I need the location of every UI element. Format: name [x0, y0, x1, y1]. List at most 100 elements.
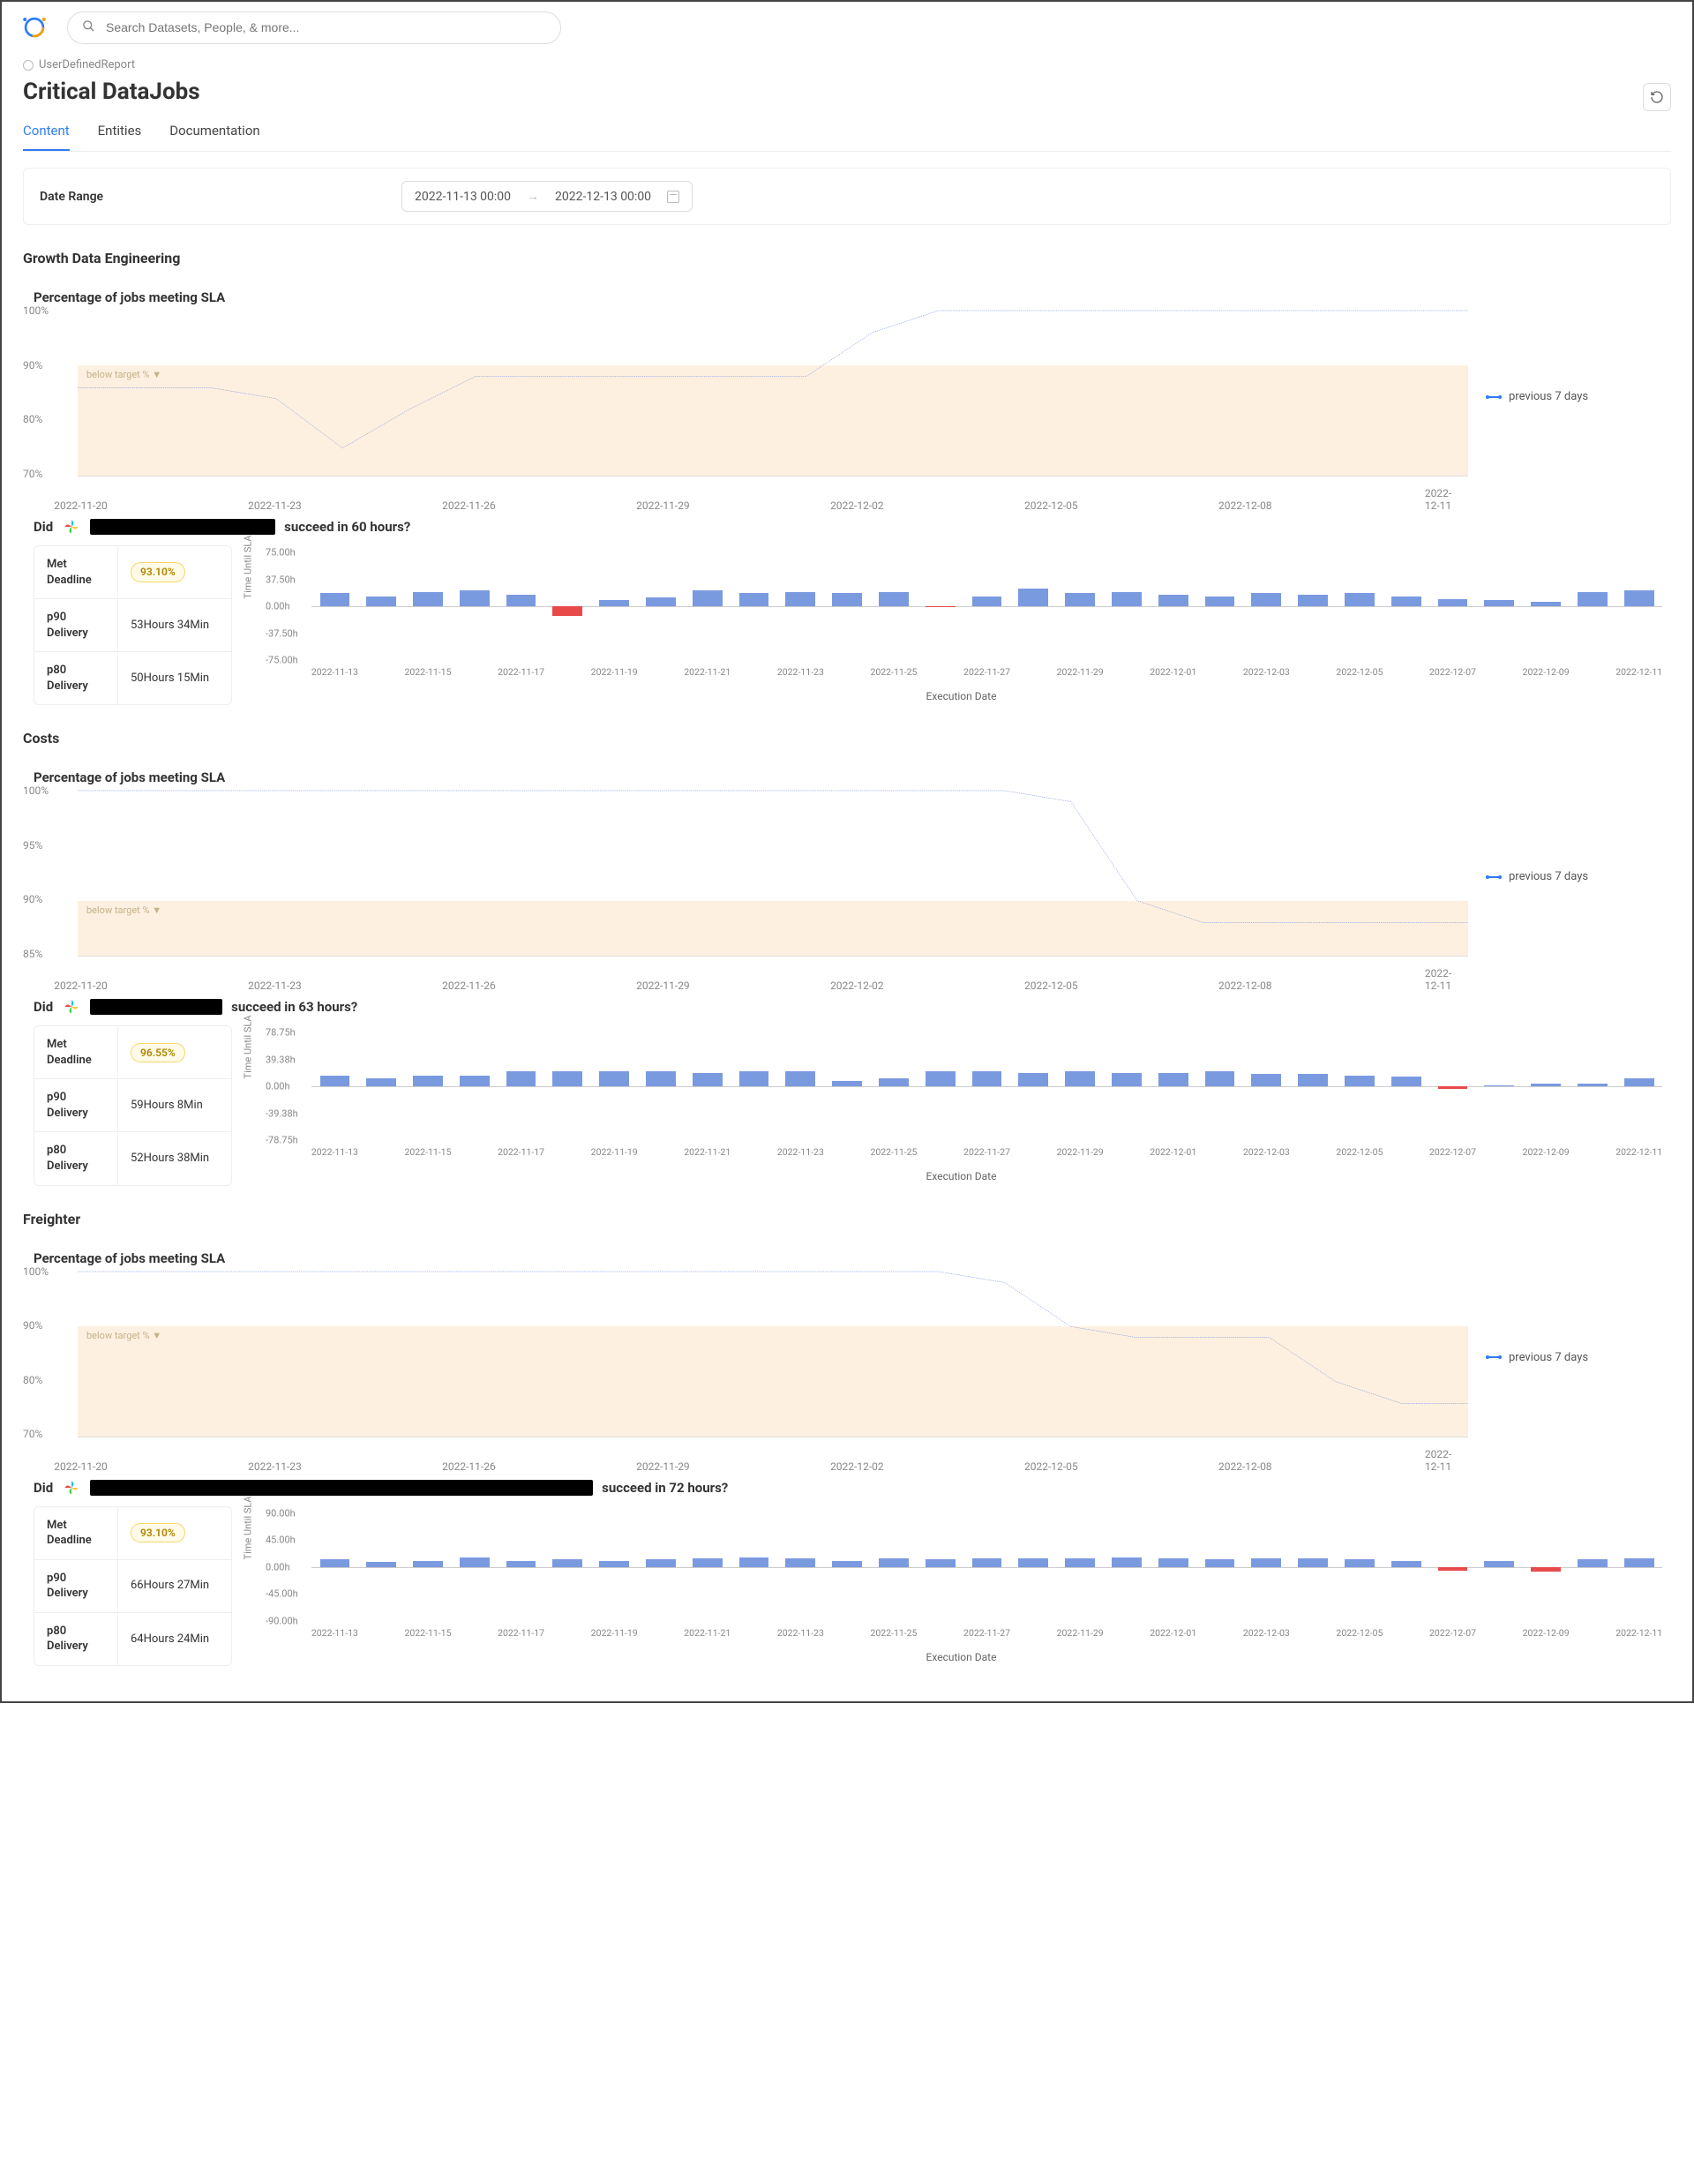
bar[interactable]	[739, 593, 769, 606]
bar[interactable]	[460, 590, 490, 606]
bar[interactable]	[1578, 1084, 1608, 1086]
global-search[interactable]	[67, 11, 561, 44]
bar[interactable]	[1298, 595, 1328, 606]
bar[interactable]	[693, 590, 723, 606]
bar[interactable]	[646, 1071, 676, 1086]
bar[interactable]	[1205, 597, 1235, 606]
bar[interactable]	[1391, 597, 1421, 606]
bar[interactable]	[926, 1071, 956, 1086]
bar[interactable]	[1391, 1077, 1421, 1086]
bar[interactable]	[1484, 1561, 1514, 1567]
tab-content[interactable]: Content	[23, 117, 70, 151]
bar[interactable]	[1112, 592, 1142, 606]
bar[interactable]	[506, 595, 536, 606]
bar[interactable]	[1298, 1074, 1328, 1086]
bar[interactable]	[552, 606, 582, 616]
bar[interactable]	[972, 597, 1002, 606]
app-logo[interactable]	[18, 11, 51, 44]
bar[interactable]	[1484, 600, 1514, 606]
bar[interactable]	[739, 1071, 769, 1086]
bar[interactable]	[1438, 1086, 1468, 1089]
bar[interactable]	[1018, 1073, 1048, 1086]
bar[interactable]	[879, 592, 909, 606]
bar[interactable]	[552, 1071, 582, 1086]
date-range-picker[interactable]: 2022-11-13 00:00 → 2022-12-13 00:00	[401, 181, 693, 212]
bar[interactable]	[832, 593, 862, 606]
bar[interactable]	[693, 1558, 723, 1566]
bar[interactable]	[1438, 599, 1468, 606]
y-tick: 80%	[23, 413, 42, 425]
bar[interactable]	[785, 1558, 815, 1566]
bar[interactable]	[785, 592, 815, 606]
bar[interactable]	[1345, 1076, 1375, 1086]
bar[interactable]	[1018, 1558, 1048, 1566]
bar[interactable]	[972, 1558, 1002, 1566]
bar[interactable]	[1624, 1078, 1654, 1086]
bar[interactable]	[1624, 590, 1654, 606]
bar[interactable]	[1531, 1084, 1561, 1086]
bar[interactable]	[460, 1076, 490, 1086]
bar[interactable]	[1531, 602, 1561, 606]
bar[interactable]	[1298, 1558, 1328, 1566]
bar[interactable]	[1391, 1561, 1421, 1567]
bar[interactable]	[832, 1081, 862, 1086]
bar[interactable]	[1065, 593, 1095, 606]
bar[interactable]	[413, 592, 443, 606]
bar[interactable]	[879, 1558, 909, 1566]
bar[interactable]	[460, 1557, 490, 1567]
bar[interactable]	[1112, 1073, 1142, 1086]
bar[interactable]	[1345, 593, 1375, 606]
tab-entities[interactable]: Entities	[98, 117, 142, 151]
bar[interactable]	[1205, 1071, 1235, 1086]
bar[interactable]	[506, 1071, 536, 1086]
bar[interactable]	[366, 1562, 396, 1566]
bar[interactable]	[1251, 1558, 1281, 1566]
bar[interactable]	[1531, 1567, 1561, 1572]
bar[interactable]	[646, 1559, 676, 1566]
bar[interactable]	[1624, 1558, 1654, 1566]
section-header: Growth Data Engineering	[23, 250, 1671, 266]
bar[interactable]	[413, 1561, 443, 1567]
bar[interactable]	[1018, 589, 1048, 606]
bar[interactable]	[320, 1076, 350, 1086]
bar[interactable]	[366, 597, 396, 606]
bar[interactable]	[599, 1561, 629, 1567]
bar[interactable]	[693, 1073, 723, 1086]
bar[interactable]	[552, 1559, 582, 1566]
tab-documentation[interactable]: Documentation	[169, 117, 259, 151]
bar[interactable]	[366, 1078, 396, 1086]
stat-label-p90: p90 Delivery	[34, 1560, 118, 1612]
bar[interactable]	[926, 606, 956, 607]
bar[interactable]	[1205, 1559, 1235, 1566]
bar[interactable]	[599, 1071, 629, 1086]
search-input[interactable]	[104, 19, 546, 35]
bar[interactable]	[832, 1561, 862, 1567]
bar[interactable]	[1065, 1558, 1095, 1566]
bar[interactable]	[1251, 593, 1281, 606]
bar[interactable]	[1578, 592, 1608, 606]
bar[interactable]	[1158, 1558, 1188, 1566]
bar[interactable]	[1345, 1559, 1375, 1566]
bar[interactable]	[506, 1561, 536, 1567]
bar[interactable]	[320, 593, 350, 606]
bar[interactable]	[320, 1559, 350, 1566]
bar[interactable]	[1484, 1085, 1514, 1087]
bar[interactable]	[739, 1557, 769, 1567]
bar-x-tick: 2022-11-13	[311, 666, 358, 678]
bar[interactable]	[1578, 1559, 1608, 1566]
bar[interactable]	[1112, 1557, 1142, 1567]
bar[interactable]	[1251, 1074, 1281, 1086]
bar[interactable]	[413, 1076, 443, 1086]
bar[interactable]	[1158, 1073, 1188, 1086]
bar[interactable]	[926, 1559, 956, 1566]
bar[interactable]	[972, 1071, 1002, 1086]
bar[interactable]	[1065, 1071, 1095, 1086]
bar[interactable]	[1158, 595, 1188, 606]
bar[interactable]	[599, 600, 629, 606]
bar[interactable]	[879, 1078, 909, 1086]
bar[interactable]	[646, 597, 676, 606]
bar[interactable]	[1438, 1567, 1468, 1571]
stat-label-met: Met Deadline	[34, 546, 118, 598]
bar[interactable]	[785, 1071, 815, 1086]
refresh-button[interactable]	[1643, 83, 1671, 111]
